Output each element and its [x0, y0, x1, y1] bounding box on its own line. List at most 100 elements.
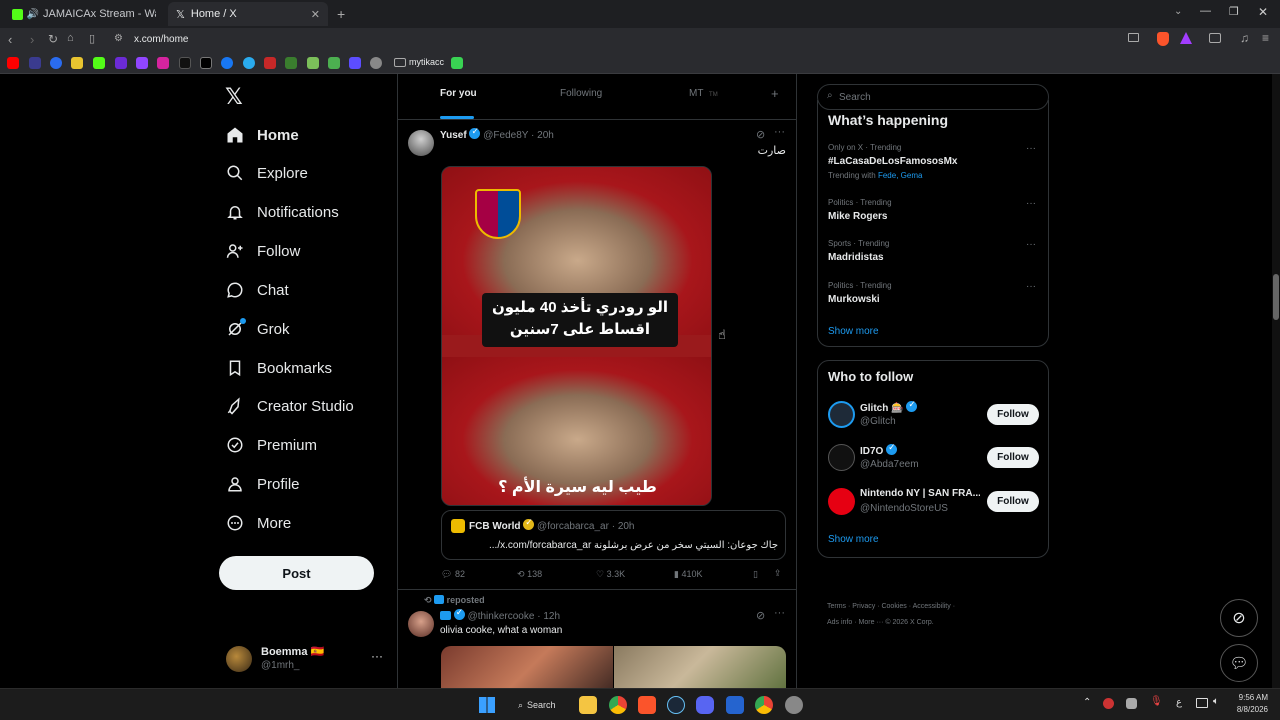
- chrome-icon[interactable]: [609, 696, 627, 714]
- sidebar-item-more[interactable]: More: [226, 508, 291, 538]
- sidebar-item-creator-studio[interactable]: Creator Studio: [226, 391, 354, 421]
- trend-more-icon[interactable]: ···: [1026, 281, 1036, 292]
- show-more-trends-link[interactable]: Show more: [828, 326, 879, 337]
- facebook-bookmark-icon[interactable]: [221, 57, 233, 69]
- sidebar-item-chat[interactable]: Chat: [226, 275, 289, 305]
- forward-icon[interactable]: ›: [30, 32, 34, 47]
- page-scrollbar[interactable]: [1272, 74, 1280, 688]
- globe-bookmark-icon[interactable]: [370, 57, 382, 69]
- trend-more-icon[interactable]: ···: [1026, 143, 1036, 154]
- footer-link-terms[interactable]: Terms: [827, 603, 846, 610]
- post-more-icon[interactable]: ···: [774, 126, 785, 138]
- cast-icon[interactable]: [1128, 33, 1139, 42]
- post-yusef[interactable]: Yusef @Fede8Y · 20h ⊘ ··· صارت الو رودري…: [398, 120, 796, 590]
- x-logo-icon[interactable]: 𝕏: [225, 84, 243, 110]
- browser-tab-home-x[interactable]: 𝕏 Home / X ✕: [168, 2, 328, 26]
- footer-link-ads-info[interactable]: Ads info: [827, 619, 852, 626]
- tiktok-bookmark-icon[interactable]: [179, 57, 191, 69]
- post-thinkercooke[interactable]: ⟲ reposted @thinkercooke · 12h ⊘ ··· oli…: [398, 591, 796, 688]
- minimize-icon[interactable]: —: [1200, 5, 1211, 17]
- twitch-bookmark-icon[interactable]: [136, 57, 148, 69]
- messages-float-button[interactable]: 💬︎: [1220, 644, 1258, 682]
- url-field[interactable]: x.com/home: [134, 34, 188, 45]
- windows-start-icon[interactable]: [479, 697, 495, 713]
- post-image-left[interactable]: [441, 646, 613, 688]
- scrollbar-thumb[interactable]: [1273, 274, 1279, 320]
- taskbar-search[interactable]: ⌕ Search: [510, 695, 570, 715]
- signal-bookmark-icon[interactable]: [451, 57, 463, 69]
- volume-icon[interactable]: 🔈︎: [1213, 696, 1219, 707]
- kick-bookmark-icon[interactable]: [93, 57, 105, 69]
- star-bookmark-icon[interactable]: [50, 57, 62, 69]
- tray-mic-icon[interactable]: 🎙︎: [1150, 696, 1163, 707]
- trend-item[interactable]: Politics · Trending Murkowski ···: [828, 281, 1038, 311]
- sidebar-item-explore[interactable]: Explore: [226, 158, 308, 188]
- sidebar-item-grok[interactable]: Grok: [226, 314, 290, 344]
- footer-link-cookies[interactable]: Cookies: [881, 603, 906, 610]
- post-time[interactable]: 20h: [537, 130, 554, 141]
- back-icon[interactable]: ‹: [8, 32, 12, 47]
- repost-button[interactable]: ⟲ 138: [517, 569, 542, 580]
- x-bookmark-icon[interactable]: [200, 57, 212, 69]
- close-window-icon[interactable]: ✕: [1258, 5, 1268, 19]
- tray-app-icon[interactable]: [1103, 698, 1114, 709]
- show-more-follow-link[interactable]: Show more: [828, 534, 879, 545]
- post-image[interactable]: الو رودري تأخذ 40 مليون اقساط على 7سنين …: [441, 166, 712, 506]
- bookmark-page-icon[interactable]: ▯: [89, 32, 95, 45]
- browser-tab-jamaicax[interactable]: 🔊 JAMAICAx Stream - Watch Live o: [4, 2, 164, 26]
- grok-explain-icon[interactable]: ⊘: [756, 128, 765, 141]
- youtube-bookmark-icon[interactable]: [7, 57, 19, 69]
- trend-item[interactable]: Sports · Trending Madridistas ···: [828, 239, 1038, 269]
- menu-icon[interactable]: ≡: [1262, 31, 1269, 45]
- share-icon[interactable]: ⇪: [774, 568, 782, 579]
- follow-button[interactable]: Follow: [987, 491, 1039, 512]
- brave-shield-icon[interactable]: [1157, 32, 1169, 46]
- grok-explain-icon[interactable]: ⊘: [756, 609, 765, 622]
- author-handle[interactable]: @Fede8Y: [483, 130, 528, 141]
- violet-bookmark-icon[interactable]: [349, 57, 361, 69]
- todo-icon[interactable]: [726, 696, 744, 714]
- sidebar-toggle-icon[interactable]: [1209, 33, 1221, 43]
- site-info-icon[interactable]: ⚙: [114, 33, 123, 44]
- trend-more-icon[interactable]: ···: [1026, 198, 1036, 209]
- tab-list-icon[interactable]: ⌄: [1174, 6, 1182, 17]
- sidebar-item-notifications[interactable]: Notifications: [226, 197, 339, 227]
- sidebar-item-home[interactable]: Home: [226, 120, 299, 150]
- clock[interactable]: 9:56 AM 8/8/2026: [1228, 692, 1268, 716]
- post-time[interactable]: 12h: [543, 611, 560, 622]
- follow-button[interactable]: Follow: [987, 447, 1039, 468]
- footer-link-more[interactable]: More ···: [859, 619, 884, 626]
- bookmark-yellow-icon[interactable]: [71, 57, 83, 69]
- tab-following[interactable]: Following: [560, 88, 602, 99]
- steam-icon[interactable]: [667, 696, 685, 714]
- red-bookmark-icon[interactable]: [264, 57, 276, 69]
- account-switcher[interactable]: Boemma 🇪🇸 @1mrh_ ···: [226, 644, 386, 676]
- tray-chevron-icon[interactable]: ⌃: [1083, 697, 1091, 708]
- bookmark-post-button[interactable]: ▯: [753, 569, 758, 580]
- network-icon[interactable]: [1196, 698, 1208, 708]
- figure-bookmark-icon[interactable]: [307, 57, 319, 69]
- trending-with-links[interactable]: Fede, Gema: [878, 171, 922, 180]
- tab-mt[interactable]: MT TM: [689, 88, 718, 99]
- maximize-icon[interactable]: ❐: [1229, 5, 1239, 18]
- arrow-bookmark-icon[interactable]: [328, 57, 340, 69]
- sidebar-item-profile[interactable]: Profile: [226, 469, 300, 499]
- footer-link-privacy[interactable]: Privacy: [852, 603, 875, 610]
- home-browser-icon[interactable]: ⌂: [67, 32, 74, 44]
- bookmark-folder-mytikacc[interactable]: mytikacc: [409, 57, 444, 67]
- tray-discord-icon[interactable]: [1126, 698, 1137, 709]
- sidebar-item-bookmarks[interactable]: Bookmarks: [226, 353, 332, 383]
- tab-for-you[interactable]: For you: [440, 88, 477, 119]
- sidebar-item-follow[interactable]: Follow: [226, 236, 300, 266]
- post-image-right[interactable]: [614, 646, 786, 688]
- sidebar-item-premium[interactable]: Premium: [226, 430, 317, 460]
- author-handle[interactable]: @thinkercooke: [468, 611, 535, 622]
- chrome-alt-icon[interactable]: [755, 696, 773, 714]
- post-button[interactable]: Post: [219, 556, 374, 590]
- quoted-post[interactable]: FCB World @forcabarca_ar · 20h جاك جوعان…: [441, 510, 786, 560]
- trend-item[interactable]: Only on X · Trending #LaCasaDeLosFamosos…: [828, 143, 1038, 183]
- footer-link-accessibility[interactable]: Accessibility: [913, 603, 951, 610]
- new-tab-icon[interactable]: +: [337, 6, 345, 22]
- media-icon[interactable]: ♫: [1240, 31, 1249, 45]
- author-name[interactable]: Yusef: [440, 130, 467, 141]
